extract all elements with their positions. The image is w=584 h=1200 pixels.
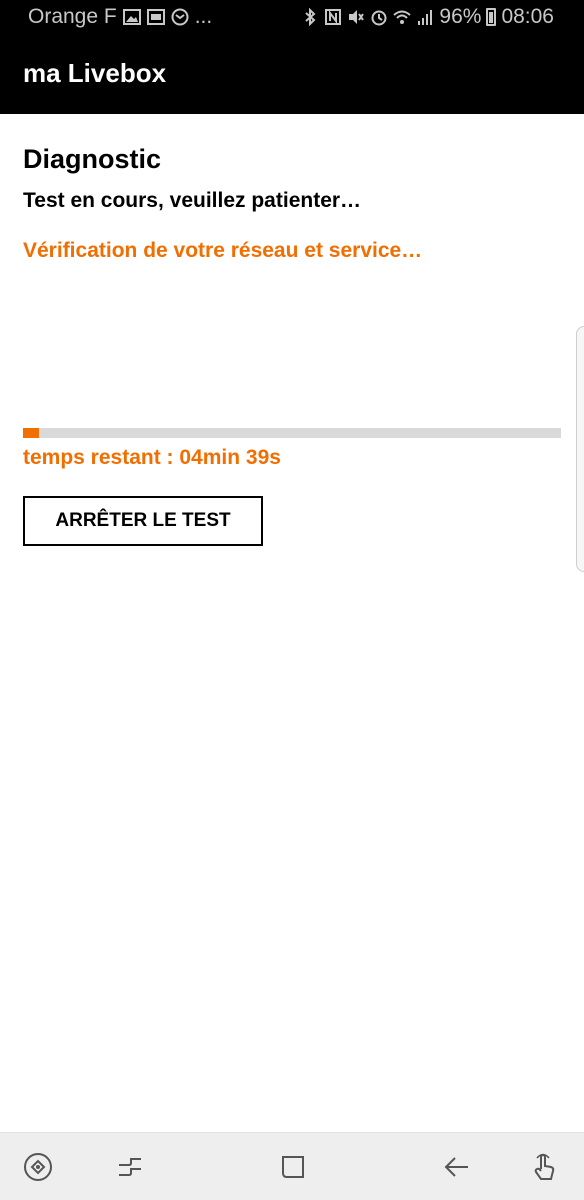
message-icon [171,8,189,26]
battery-icon [486,8,497,26]
status-bar-left: Orange F ... [28,5,212,29]
back-icon[interactable] [440,1150,474,1184]
mute-icon [347,8,365,26]
tv-icon [146,8,165,26]
remaining-time: temps restant : 04min 39s [23,446,281,469]
notification-overflow: ... [194,5,213,28]
progress-bar [23,428,561,438]
stop-test-button[interactable]: ARRÊTER LE TEST [23,496,263,546]
status-bar: Orange F ... 96% 08:06 [0,0,584,36]
home-icon[interactable] [276,1150,310,1184]
battery-percent: 96% [439,5,482,28]
nfc-icon [324,8,342,26]
touch-gesture-icon[interactable] [528,1150,562,1184]
edge-panel-handle[interactable] [576,326,584,572]
verification-status-text: Vérification de votre réseau et service… [23,239,423,262]
bluetooth-icon [301,7,319,27]
app-title: ma Livebox [23,58,167,88]
alarm-icon [370,8,388,26]
signal-icon [416,8,434,26]
test-in-progress-text: Test en cours, veuillez patienter… [23,189,362,212]
game-launcher-icon[interactable] [21,1150,55,1184]
wifi-icon [393,8,412,26]
carrier-name: Orange F [28,5,117,28]
clock: 08:06 [501,5,554,28]
app-bar: ma Livebox [0,36,584,114]
recent-apps-icon[interactable] [113,1150,147,1184]
status-bar-right: 96% 08:06 [301,5,554,29]
diagnostic-content: Diagnostic Test en cours, veuillez patie… [0,114,584,1132]
page-title: Diagnostic [23,144,162,174]
image-icon [122,8,141,26]
progress-bar-fill [23,428,40,438]
navigation-bar [0,1132,584,1200]
